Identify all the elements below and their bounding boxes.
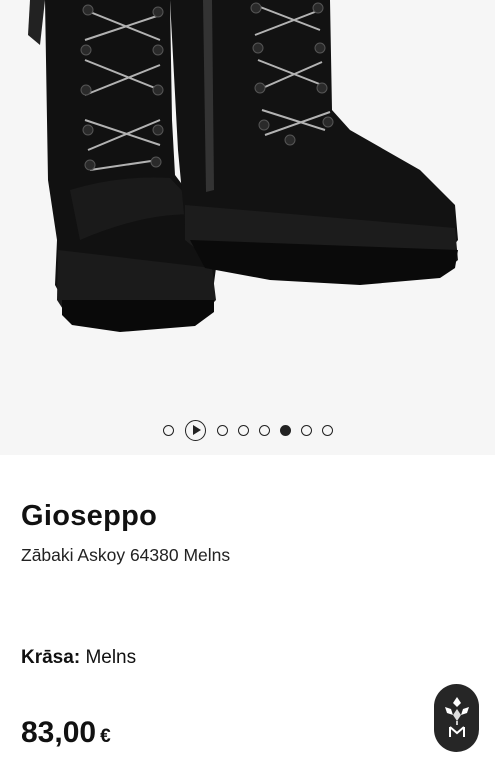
gallery-play-video-button[interactable] [184, 419, 206, 441]
color-value: Melns [85, 647, 137, 668]
gallery-dot[interactable] [216, 424, 228, 436]
color-label: Krāsa: [21, 647, 81, 668]
gallery-dot[interactable] [162, 424, 174, 436]
assistant-logo-icon [444, 697, 469, 737]
gallery-dot[interactable] [279, 424, 291, 436]
product-name: Zābaki Askoy 64380 Melns [21, 545, 231, 565]
gallery-dot[interactable] [237, 424, 249, 436]
price-value: 83,00 [21, 716, 97, 749]
assistant-button[interactable] [434, 684, 479, 752]
product-price: 83,00 € [21, 716, 111, 750]
gallery-dot[interactable] [300, 424, 312, 436]
gallery-pagination [0, 419, 495, 441]
gallery-dot[interactable] [258, 424, 270, 436]
price-currency: € [100, 726, 111, 747]
product-color: Krāsa: Melns [21, 647, 136, 669]
product-brand: Gioseppo [21, 500, 158, 532]
product-image-gallery[interactable] [0, 0, 495, 455]
gallery-dot[interactable] [321, 424, 333, 436]
product-image[interactable] [0, 0, 495, 455]
